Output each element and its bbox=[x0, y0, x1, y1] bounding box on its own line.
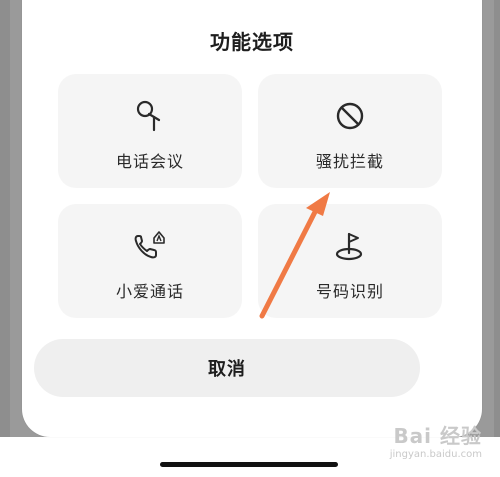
block-icon bbox=[258, 98, 442, 134]
sheet-title: 功能选项 bbox=[210, 30, 294, 54]
screen-frame-left bbox=[0, 0, 10, 477]
baidu-jingyan-watermark: Bai 经验 jingyan.baidu.com bbox=[390, 420, 482, 460]
conference-call-tile[interactable]: 电话会议 bbox=[58, 74, 242, 188]
watermark-url: jingyan.baidu.com bbox=[389, 449, 482, 460]
microphone-icon bbox=[58, 98, 242, 134]
screen-frame-right bbox=[494, 0, 500, 477]
xiaoai-call-tile[interactable]: 小爱通话 bbox=[58, 204, 242, 318]
tile-label: 电话会议 bbox=[115, 152, 184, 171]
flag-location-icon bbox=[258, 228, 442, 264]
cancel-button[interactable]: 取消 bbox=[34, 339, 420, 397]
watermark-logo: Bai 经验 bbox=[393, 424, 482, 448]
ai-call-icon bbox=[58, 228, 242, 264]
harassment-block-tile[interactable]: 骚扰拦截 bbox=[258, 74, 442, 188]
tile-label: 骚扰拦截 bbox=[315, 152, 384, 171]
tile-label: 号码识别 bbox=[315, 282, 384, 301]
tile-label: 小爱通话 bbox=[115, 282, 184, 301]
home-indicator[interactable] bbox=[160, 462, 338, 467]
number-identification-tile[interactable]: 号码识别 bbox=[258, 204, 442, 318]
